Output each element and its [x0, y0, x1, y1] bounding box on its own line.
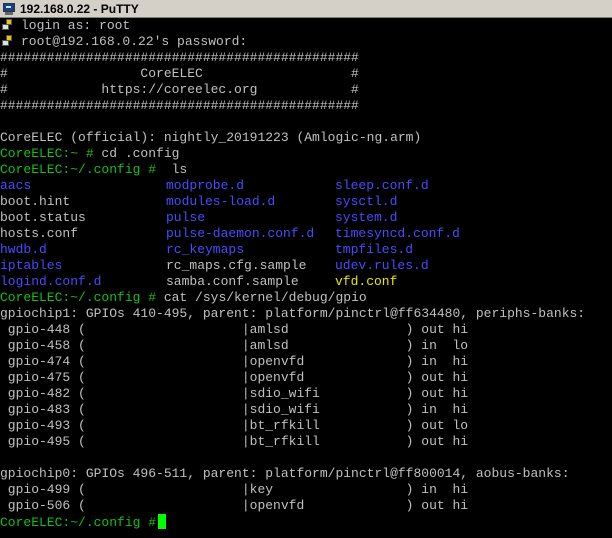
ls-row: boot.status pulse system.d [0, 210, 612, 226]
shell-prompt: CoreELEC:~ # [0, 146, 94, 161]
banner-border: ########################################… [0, 98, 359, 113]
ls-entry: samba.conf.sample [166, 274, 299, 289]
ls-entry: rc_keymaps [166, 242, 245, 257]
ls-entry: aacs [0, 178, 32, 193]
gpio-line: gpiochip1: GPIOs 410-495, parent: platfo… [0, 306, 586, 321]
ls-row: hosts.conf pulse-daemon.conf.d timesyncd.c… [0, 226, 612, 242]
ls-entry: hwdb.d [0, 242, 47, 257]
command-line: CoreELEC:~/.config # cat /sys/kernel/deb… [0, 290, 612, 306]
ls-entry: iptables [0, 258, 63, 273]
terminal-area[interactable]: login as: root root@192.168.0.22's passw… [0, 18, 612, 538]
version-line: CoreELEC (official): nightly_20191223 (A… [0, 130, 422, 145]
ls-entry: udev.rules.d [335, 258, 429, 273]
ls-entry: tmpfiles.d [335, 242, 414, 257]
gpio-line: gpio-474 ( |openvfd ) in hi [0, 354, 469, 369]
ls-entry: boot.status [0, 210, 86, 225]
ls-entry: modules-load.d [166, 194, 276, 209]
command-text: cat /sys/kernel/debug/gpio [156, 290, 367, 305]
terminal-cursor[interactable] [158, 514, 167, 529]
ls-row: logind.conf.d samba.conf.sample vfd.conf [0, 274, 612, 290]
gpio-line: gpio-493 ( |bt_rfkill ) out lo [0, 418, 469, 433]
ls-row: iptables rc_maps.cfg.sample udev.rules.d [0, 258, 612, 274]
shell-prompt: CoreELEC:~/.config # [0, 515, 157, 530]
ls-entry: modprobe.d [166, 178, 245, 193]
command-line: CoreELEC:~/.config # ls [0, 162, 612, 178]
key-icon [1, 34, 13, 47]
gpio-line: gpio-475 ( |openvfd ) out hi [0, 370, 469, 385]
ls-entry: sleep.conf.d [335, 178, 429, 193]
gpio-output: gpiochip1: GPIOs 410-495, parent: platfo… [0, 306, 612, 514]
gpio-line: gpio-483 ( |sdio_wifi ) in hi [0, 402, 469, 417]
ls-row: boot.hint modules-load.d sysctl.d [0, 194, 612, 210]
gpio-line: gpiochip0: GPIOs 496-511, parent: platfo… [0, 466, 570, 481]
terminal-line: login as: root [0, 18, 612, 34]
ls-entry: rc_maps.cfg.sample [166, 258, 307, 273]
ls-output: aacs modprobe.d sleep.conf.d boot.hint modul… [0, 178, 612, 290]
ls-entry: pulse-daemon.conf.d [166, 226, 315, 241]
window-title: 192.168.0.22 - PuTTY [20, 1, 139, 16]
ls-entry: system.d [335, 210, 398, 225]
key-icon [1, 18, 13, 31]
putty-monitor-icon[interactable] [2, 2, 16, 15]
gpio-line: gpio-495 ( |bt_rfkill ) out hi [0, 434, 469, 449]
putty-window: 192.168.0.22 - PuTTY login as: root root… [0, 0, 612, 538]
password-prompt: root@192.168.0.22's password: [21, 34, 248, 49]
banner-border: ########################################… [0, 50, 359, 65]
title-bar[interactable]: 192.168.0.22 - PuTTY [0, 0, 612, 18]
command-text: ls [156, 162, 188, 177]
command-text: cd .config [93, 146, 180, 161]
terminal-line: root@192.168.0.22's password: [0, 34, 612, 50]
banner-line: # https://coreelec.org # [0, 82, 359, 97]
gpio-line: gpio-448 ( |amlsd ) out hi [0, 322, 469, 337]
ls-row: hwdb.d rc_keymaps tmpfiles.d [0, 242, 612, 258]
shell-prompt: CoreELEC:~/.config # [0, 162, 157, 177]
ls-entry: timesyncd.conf.d [335, 226, 460, 241]
command-line: CoreELEC:~ # cd .config [0, 146, 612, 162]
ls-entry: sysctl.d [335, 194, 398, 209]
ls-entry: hosts.conf [0, 226, 79, 241]
shell-prompt: CoreELEC:~/.config # [0, 290, 157, 305]
banner-line: # CoreELEC # [0, 66, 359, 81]
gpio-line: gpio-458 ( |amlsd ) in lo [0, 338, 469, 353]
ls-entry: boot.hint [0, 194, 71, 209]
login-prompt: login as: root [21, 18, 131, 33]
gpio-line: gpio-499 ( |key ) in hi [0, 482, 469, 497]
command-line: CoreELEC:~/.config # [0, 514, 612, 530]
ls-entry: pulse [166, 210, 206, 225]
ls-entry: vfd.conf [335, 274, 398, 289]
ls-entry: logind.conf.d [0, 274, 102, 289]
gpio-line: gpio-482 ( |sdio_wifi ) out hi [0, 386, 469, 401]
ls-row: aacs modprobe.d sleep.conf.d [0, 178, 612, 194]
gpio-line: gpio-506 ( |openvfd ) out hi [0, 498, 469, 513]
